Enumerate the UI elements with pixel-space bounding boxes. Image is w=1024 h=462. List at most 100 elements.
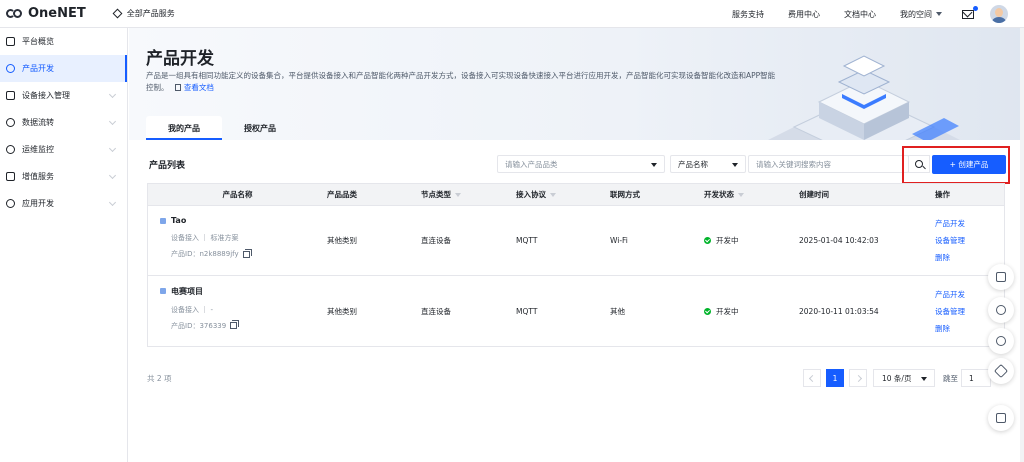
page-description: 产品是一组具有相同功能定义的设备集合，平台提供设备接入和产品智能化两种产品开发方…	[146, 70, 776, 94]
copy-icon[interactable]	[230, 320, 240, 329]
tab-authorized-products[interactable]: 授权产品	[222, 116, 298, 140]
product-cube-icon	[160, 217, 166, 224]
table-header: 产品名称 产品品类 节点类型 接入协议 联网方式 开发状态 创建时间 操作	[148, 184, 1004, 206]
help-button[interactable]	[988, 297, 1014, 323]
sidebar-item-label: 数据流转	[22, 118, 54, 127]
keyword-search-input[interactable]: 请输入关键词搜索内容	[748, 155, 909, 173]
side-panel-button[interactable]	[988, 405, 1014, 431]
avatar[interactable]	[990, 5, 1008, 23]
col-node-type-label: 节点类型	[421, 190, 451, 199]
nav-service-support[interactable]: 服务支持	[732, 9, 764, 20]
created-cell: 2025-01-04 10:42:03	[799, 236, 879, 245]
back-to-top-button[interactable]	[988, 358, 1014, 384]
status-cell: 开发中	[692, 276, 787, 346]
prev-page-button[interactable]	[803, 369, 821, 387]
check-circle-icon	[704, 307, 711, 315]
description-text: 产品是一组具有相同功能定义的设备集合，平台提供设备接入和产品智能化两种产品开发方…	[146, 71, 776, 92]
product-icon	[6, 64, 15, 73]
product-name[interactable]: Tao	[160, 216, 186, 225]
chat-button[interactable]	[988, 328, 1014, 354]
category-placeholder: 请输入产品品类	[505, 159, 558, 169]
scrollbar[interactable]	[1020, 28, 1024, 462]
dataflow-icon	[6, 118, 15, 127]
device-manage-link[interactable]: 设备管理	[935, 303, 965, 320]
page-size-select[interactable]: 10 条/页	[873, 369, 935, 387]
chevron-down-icon	[108, 198, 117, 207]
sidebar-item-label: 平台概览	[22, 37, 54, 46]
avatar-face	[995, 8, 1003, 17]
search-field-select[interactable]: 产品名称	[670, 155, 746, 173]
sidebar-item-overview[interactable]: 平台概览	[0, 28, 127, 55]
sidebar-item-app-dev[interactable]: 应用开发	[0, 190, 127, 217]
status-cell: 开发中	[692, 206, 787, 275]
next-page-button[interactable]	[849, 369, 867, 387]
status-text: 开发中	[716, 306, 739, 316]
tab-my-products[interactable]: 我的产品	[146, 116, 222, 140]
product-access-type: 设备接入 ｜ 标准方案	[171, 234, 239, 242]
edit-icon	[996, 272, 1006, 282]
value-icon	[6, 172, 15, 181]
delete-link[interactable]: 删除	[935, 320, 950, 337]
status-badge: 开发中	[704, 235, 739, 246]
mail-icon[interactable]	[962, 5, 978, 19]
sidebar-item-label: 运维监控	[22, 145, 54, 154]
chevron-down-icon	[732, 163, 738, 167]
product-list-title: 产品列表	[149, 161, 186, 171]
col-protocol[interactable]: 接入协议	[504, 189, 598, 200]
category-select[interactable]: 请输入产品品类	[497, 155, 665, 173]
onenet-logo[interactable]: OneNET	[6, 6, 86, 21]
view-docs-label: 查看文档	[183, 83, 214, 92]
product-name-cell: Tao 设备接入 ｜ 标准方案 产品ID：n2k8889jfy	[148, 206, 315, 275]
create-product-button[interactable]: + 创建产品	[932, 155, 1006, 174]
services-icon	[112, 8, 123, 19]
arrow-up-icon	[993, 363, 1009, 379]
jump-page-input[interactable]: 1	[961, 369, 991, 387]
product-dev-link[interactable]: 产品开发	[935, 215, 965, 232]
col-network: 联网方式	[610, 190, 640, 199]
category-cell: 其他类别	[327, 306, 357, 316]
chevron-down-icon	[108, 171, 117, 180]
device-manage-link[interactable]: 设备管理	[935, 232, 965, 249]
chevron-down-icon	[651, 163, 657, 167]
feedback-edit-button[interactable]	[988, 264, 1014, 290]
unread-dot	[973, 5, 978, 11]
col-dev-status[interactable]: 开发状态	[692, 189, 787, 200]
page-1-button[interactable]: 1	[826, 369, 844, 387]
nav-billing-center[interactable]: 费用中心	[788, 9, 820, 20]
sidebar-item-dataflow[interactable]: 数据流转	[0, 109, 127, 136]
protocol-cell: MQTT	[516, 306, 538, 316]
col-node-type[interactable]: 节点类型	[409, 189, 504, 200]
status-text: 开发中	[716, 236, 739, 245]
copy-icon[interactable]	[242, 248, 252, 258]
nav-docs-center[interactable]: 文档中心	[844, 9, 876, 20]
filter-icon[interactable]	[738, 192, 744, 197]
product-tabs: 我的产品 授权产品	[146, 116, 298, 140]
sidebar-item-label: 设备接入管理	[22, 91, 70, 100]
view-docs-link[interactable]: 查看文档	[174, 83, 214, 92]
product-name[interactable]: 电赛项目	[160, 286, 203, 297]
chevron-down-icon	[921, 377, 927, 381]
search-field-label: 产品名称	[678, 159, 708, 169]
product-access-type: 设备接入 ｜ -	[171, 305, 213, 314]
my-space-dropdown[interactable]: 我的空间	[900, 9, 942, 20]
filter-icon[interactable]	[550, 192, 556, 197]
category-cell: 其他类别	[327, 236, 357, 245]
filter-icon[interactable]	[455, 192, 461, 197]
sidebar-item-monitor[interactable]: 运维监控	[0, 136, 127, 163]
col-category: 产品品类	[327, 190, 357, 199]
all-services-menu[interactable]: 全部产品服务	[112, 8, 175, 19]
chevron-down-icon	[936, 12, 942, 16]
product-table: 产品名称 产品品类 节点类型 接入协议 联网方式 开发状态 创建时间 操作 Ta…	[147, 183, 1005, 347]
product-cube-icon	[160, 288, 166, 294]
status-badge: 开发中	[704, 306, 739, 317]
delete-link[interactable]: 删除	[935, 249, 950, 266]
sidebar-item-device-access[interactable]: 设备接入管理	[0, 82, 127, 109]
created-cell: 2020-10-11 01:03:54	[799, 306, 879, 316]
sidebar-item-product-dev[interactable]: 产品开发	[0, 55, 127, 82]
page-size-label: 10 条/页	[882, 373, 912, 383]
product-dev-link[interactable]: 产品开发	[935, 286, 965, 303]
sidebar-item-label: 增值服务	[22, 172, 54, 181]
table-row: Tao 设备接入 ｜ 标准方案 产品ID：n2k8889jfy 其他类别 直连设…	[148, 206, 1004, 276]
product-name-text: Tao	[171, 216, 187, 225]
sidebar-item-value-added[interactable]: 增值服务	[0, 163, 127, 190]
